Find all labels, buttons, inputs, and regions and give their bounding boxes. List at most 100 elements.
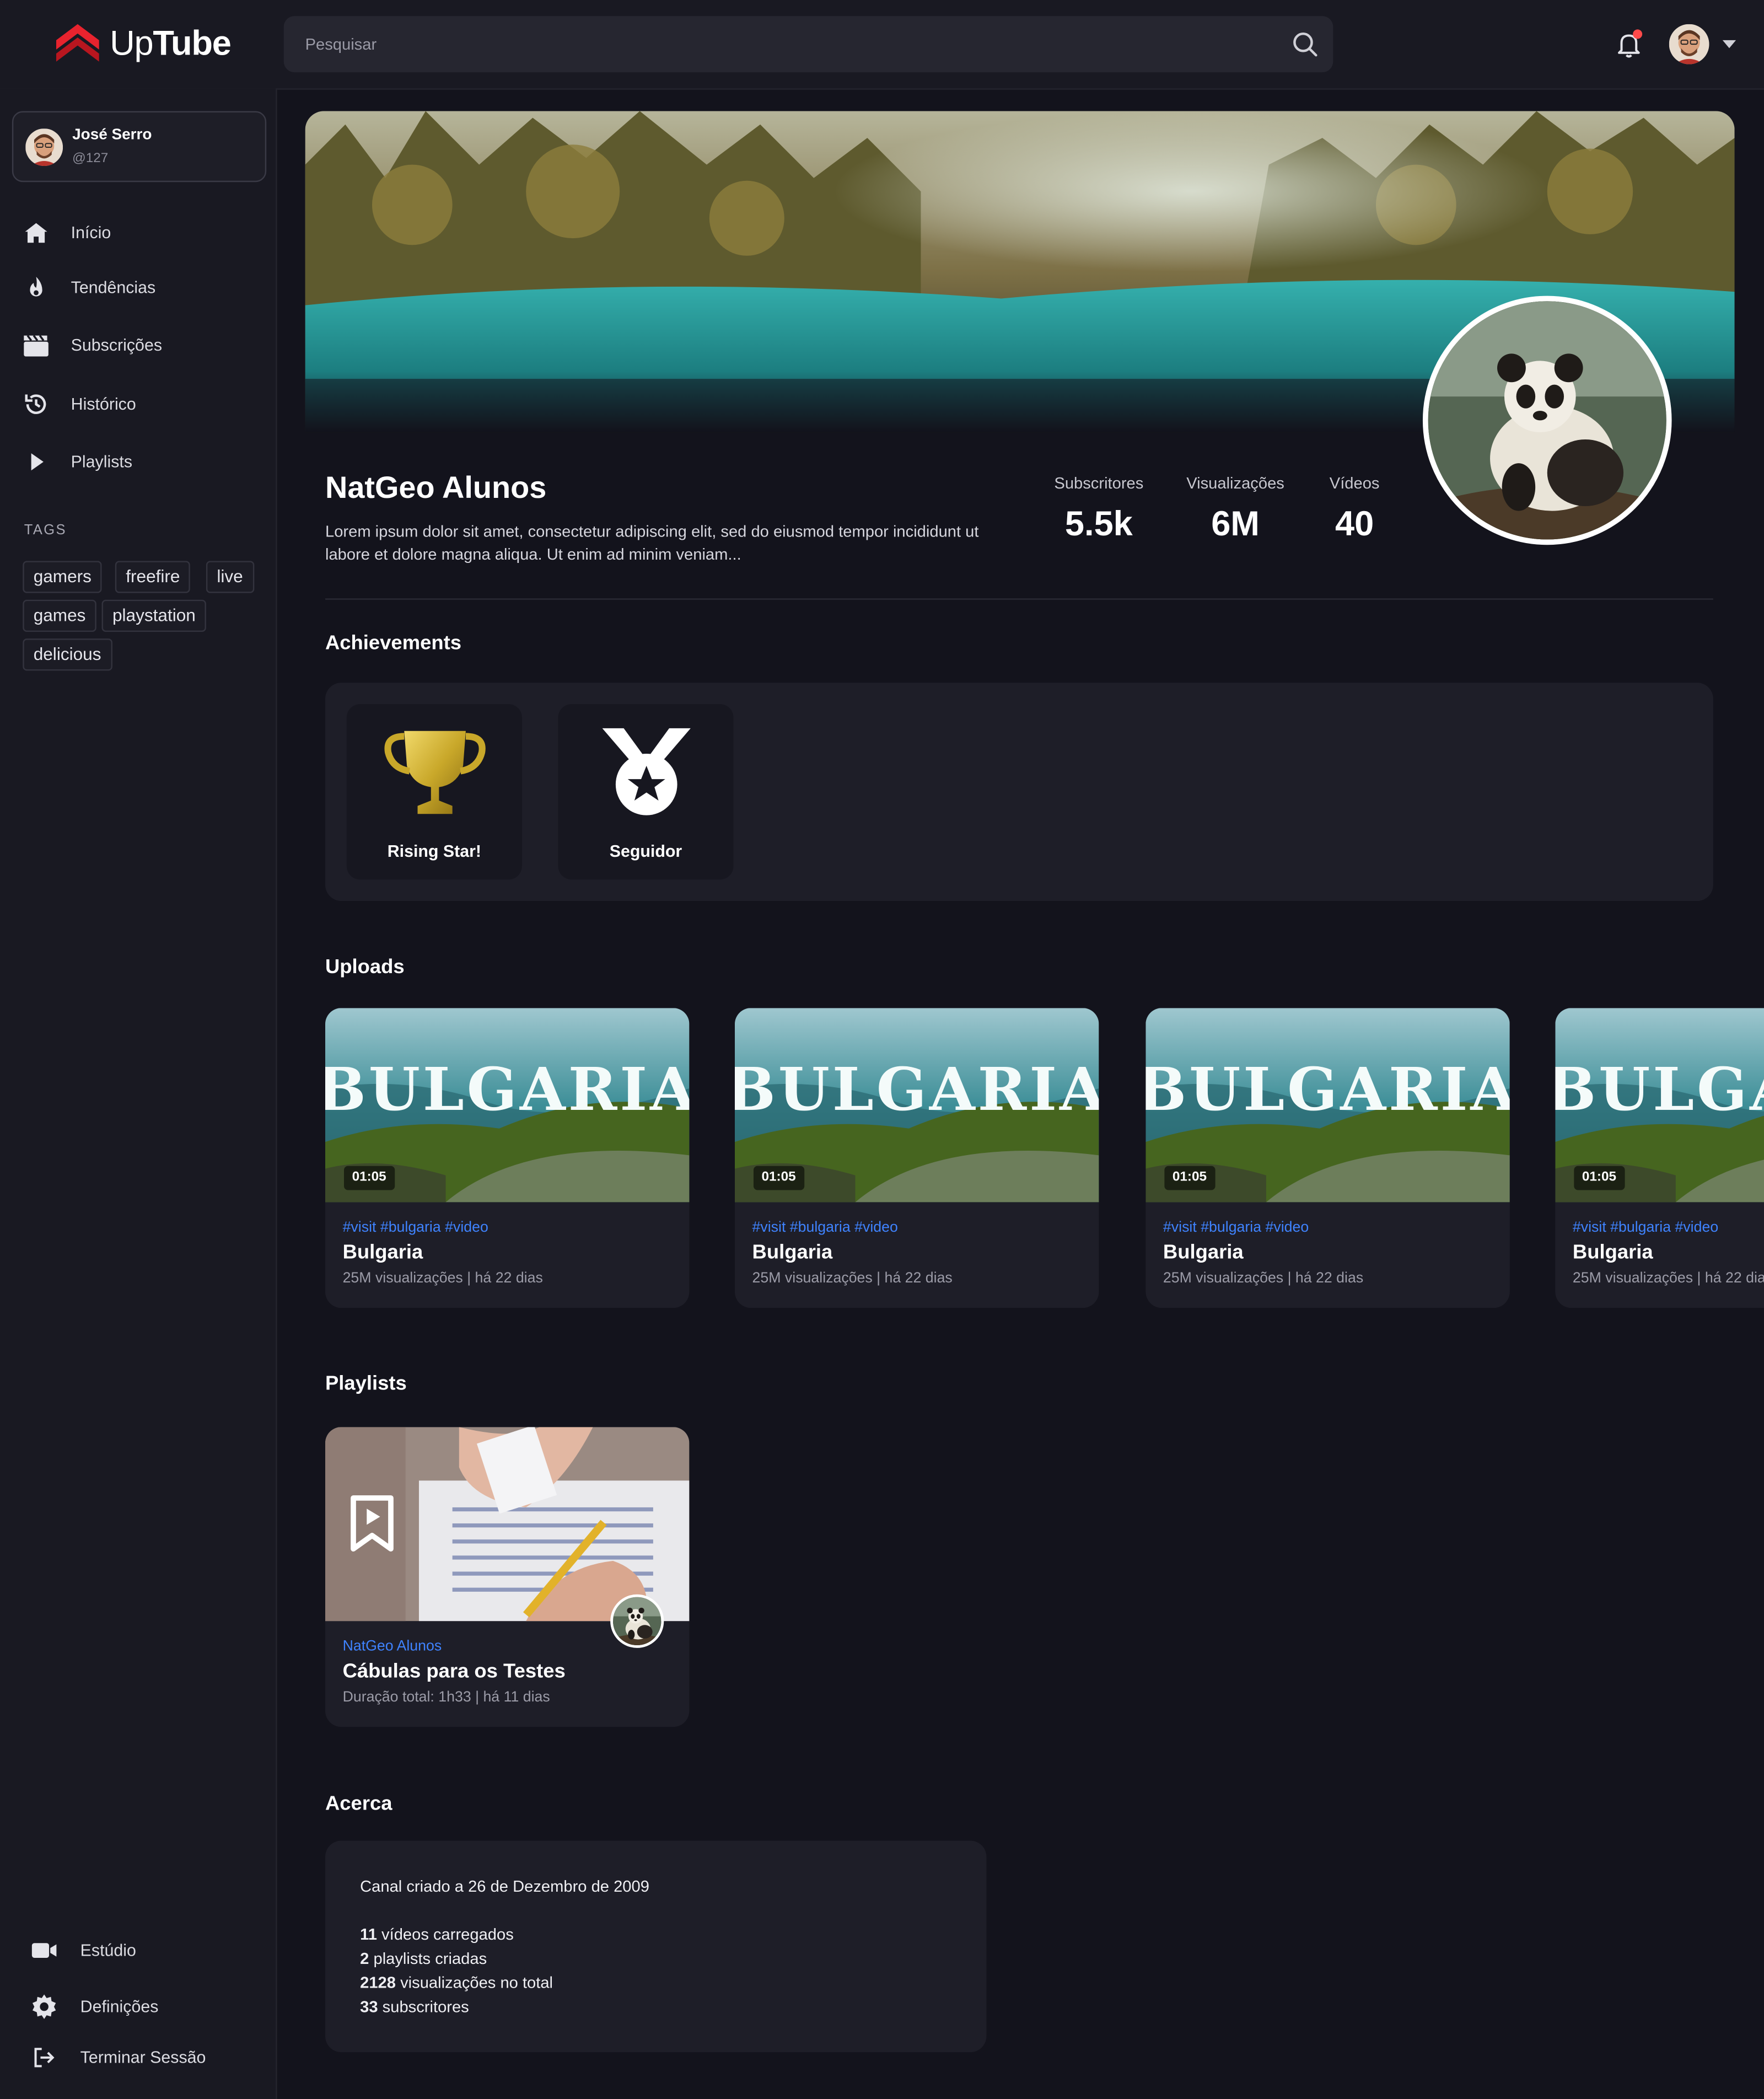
tag-chip[interactable]: gamers (23, 561, 103, 593)
stat-views: Visualizações 6M (1178, 474, 1293, 545)
notification-dot (1633, 29, 1643, 39)
top-bar: UpTube (0, 0, 1764, 90)
video-duration: 01:05 (753, 1166, 804, 1190)
tag-chip[interactable]: live (206, 561, 254, 593)
video-title[interactable]: Bulgaria (752, 1241, 833, 1264)
video-hashtags[interactable]: #visit #bulgaria #video (1573, 1220, 1718, 1236)
home-icon (25, 223, 47, 243)
history-icon (25, 394, 46, 414)
account-avatar[interactable] (1669, 24, 1709, 65)
search-bar (283, 16, 1333, 73)
video-meta: 25M visualizações | há 22 dias (1572, 1270, 1764, 1287)
stat-label: Vídeos (1329, 474, 1380, 493)
flame-icon (30, 276, 42, 297)
channel-avatar[interactable] (1422, 296, 1672, 545)
medal-star-icon (602, 728, 691, 815)
tag-chip[interactable]: delicious (23, 638, 112, 671)
channel-name: NatGeo Alunos (325, 470, 547, 505)
search-icon[interactable] (1290, 29, 1320, 58)
search-input[interactable] (283, 16, 1274, 73)
video-hashtags[interactable]: #visit #bulgaria #video (1163, 1220, 1309, 1236)
trophy-icon (384, 731, 486, 814)
video-card[interactable]: BULGARIA 01:05 #visit #bulgaria #video B… (1145, 1008, 1510, 1308)
playlist-channel-avatar[interactable] (610, 1594, 664, 1648)
video-title[interactable]: Bulgaria (1573, 1241, 1653, 1264)
logo-wordmark: UpTube (110, 22, 232, 62)
divider (325, 598, 1713, 600)
video-meta: 25M visualizações | há 22 dias (1163, 1270, 1364, 1287)
achievement-label: Seguidor (609, 842, 682, 861)
play-icon (31, 453, 44, 471)
video-camera-icon (31, 1943, 57, 1958)
chevron-down-icon[interactable] (1722, 40, 1736, 49)
video-card[interactable]: BULGARIA 01:05 #visit #bulgaria #video B… (325, 1008, 690, 1308)
achievement-badge[interactable]: Seguidor (558, 704, 734, 880)
about-stat: 33 subscritores (360, 1997, 469, 2016)
user-avatar (25, 128, 63, 166)
video-duration: 01:05 (343, 1166, 395, 1190)
about-stat: 11 vídeos carregados (360, 1925, 514, 1944)
playlist-meta: Duração total: 1h33 | há 11 dias (342, 1689, 550, 1706)
sidebar: José Serro @127 Início Tendências Subscr… (0, 88, 277, 2099)
about-created: Canal criado a 26 de Dezembro de 2009 (360, 1877, 649, 1896)
user-handle: @127 (72, 151, 109, 167)
thumbnail-title: BULGARIA (1555, 1055, 1764, 1124)
achievements-heading: Achievements (325, 632, 461, 655)
sidebar-item-tendencias[interactable]: Tendências (0, 265, 276, 311)
achievement-badge[interactable]: Rising Star! (346, 704, 522, 880)
stat-label: Visualizações (1186, 474, 1284, 493)
video-meta: 25M visualizações | há 22 dias (752, 1270, 953, 1287)
sidebar-item-label: Tendências (71, 278, 156, 298)
gear-icon (32, 1994, 56, 2019)
sidebar-item-label: Terminar Sessão (80, 2048, 206, 2067)
logout-icon (34, 2048, 55, 2068)
sidebar-item-label: Histórico (71, 395, 136, 414)
video-card[interactable]: BULGARIA 01:05 #visit #bulgaria #video B… (1555, 1008, 1764, 1308)
about-stat: 2128 visualizações no total (360, 1973, 553, 1992)
tag-chip[interactable]: playstation (101, 599, 207, 632)
achievement-label: Rising Star! (387, 842, 482, 861)
tags-heading: TAGS (24, 522, 67, 539)
sidebar-item-estudio[interactable]: Estúdio (0, 1930, 276, 1971)
playlist-channel-name[interactable]: NatGeo Alunos (343, 1639, 442, 1655)
sidebar-item-inicio[interactable]: Início (0, 210, 276, 256)
stat-videos: Vídeos 40 (1321, 474, 1387, 545)
sidebar-item-label: Início (71, 223, 111, 243)
about-heading: Acerca (325, 1792, 392, 1816)
thumbnail-title: BULGARIA (735, 1055, 1099, 1124)
user-card[interactable]: José Serro @127 (12, 111, 267, 182)
playlist-title[interactable]: Cábulas para os Testes (343, 1660, 566, 1683)
uploads-heading: Uploads (325, 955, 405, 979)
clapperboard-icon (24, 335, 49, 357)
sidebar-item-historico[interactable]: Histórico (0, 382, 276, 427)
sidebar-item-label: Estúdio (80, 1941, 136, 1960)
tag-chip[interactable]: freefire (115, 561, 191, 593)
tag-chip[interactable]: games (23, 599, 96, 632)
sidebar-item-subscricoes[interactable]: Subscrições (0, 323, 276, 368)
playlist-bookmark-icon (351, 1495, 394, 1552)
uptube-logo-icon (56, 24, 99, 62)
sidebar-item-label: Definições (80, 1997, 159, 2016)
video-hashtags[interactable]: #visit #bulgaria #video (752, 1220, 898, 1236)
sidebar-item-definicoes[interactable]: Definições (0, 1987, 276, 2027)
video-title[interactable]: Bulgaria (343, 1241, 423, 1264)
stat-value: 6M (1211, 503, 1260, 544)
playlist-card[interactable]: NatGeo Alunos Cábulas para os Testes Dur… (325, 1427, 690, 1727)
channel-description: Lorem ipsum dolor sit amet, consectetur … (325, 522, 979, 563)
stat-subscribers: Subscritores 5.5k (1044, 474, 1154, 545)
thumbnail-title: BULGARIA (1145, 1055, 1509, 1124)
stat-value: 40 (1335, 503, 1374, 544)
uptube-logo[interactable]: UpTube (53, 19, 232, 67)
thumbnail-title: BULGARIA (325, 1055, 689, 1124)
video-card[interactable]: BULGARIA 01:05 #visit #bulgaria #video B… (734, 1008, 1099, 1308)
video-title[interactable]: Bulgaria (1163, 1241, 1244, 1264)
achievements-panel: Rising Star! Seguidor (325, 683, 1713, 901)
sidebar-item-playlists[interactable]: Playlists (0, 439, 276, 485)
about-stat: 2 playlists criadas (360, 1949, 487, 1968)
sidebar-item-terminar-sessao[interactable]: Terminar Sessão (0, 2037, 276, 2077)
video-duration: 01:05 (1574, 1166, 1625, 1190)
video-duration: 01:05 (1164, 1166, 1215, 1190)
stat-label: Subscritores (1054, 474, 1144, 493)
video-meta: 25M visualizações | há 22 dias (342, 1270, 543, 1287)
video-hashtags[interactable]: #visit #bulgaria #video (343, 1220, 488, 1236)
